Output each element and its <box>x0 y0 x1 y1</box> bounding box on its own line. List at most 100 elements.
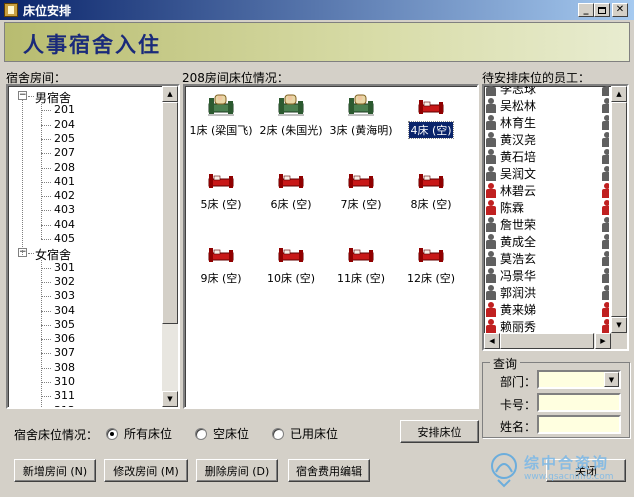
tree-room-item[interactable]: 305 <box>54 318 75 331</box>
bed-item[interactable]: 5床 (空) <box>187 166 255 212</box>
male-person-icon <box>602 115 609 130</box>
tree-room-item[interactable]: 302 <box>54 275 75 288</box>
employee-item[interactable]: 陈霖 <box>486 199 524 215</box>
bed-item[interactable]: 12床 (空) <box>397 240 465 286</box>
dept-dropdown-button[interactable]: ▼ <box>604 372 619 387</box>
bed-item[interactable]: 8床 (空) <box>397 166 465 212</box>
tree-room-item[interactable]: 306 <box>54 332 75 345</box>
employee-item[interactable]: 黄来娣 <box>486 301 536 317</box>
tree-room-item[interactable]: 208 <box>54 161 75 174</box>
employee-item[interactable]: 吴松林 <box>486 97 536 113</box>
tree-room-item[interactable]: 205 <box>54 132 75 145</box>
employee-hscrollbar[interactable]: ◀ ▶ <box>484 333 611 349</box>
employee-item[interactable]: 黄石培 <box>486 148 536 164</box>
dept-select[interactable]: ▼ <box>537 370 621 389</box>
male-person-icon <box>602 268 609 283</box>
male-person-icon <box>486 284 496 300</box>
employee-item[interactable]: 黄成全 <box>486 233 536 249</box>
tree-room-item[interactable]: 308 <box>54 361 75 374</box>
employee-item[interactable]: 林碧云 <box>486 182 536 198</box>
scroll-down-button[interactable]: ▼ <box>611 317 627 333</box>
empty-bed-icon <box>276 240 306 266</box>
tree-connector <box>28 96 34 97</box>
fee-edit-button[interactable]: 宿舍费用编辑 <box>288 459 370 482</box>
room-tree[interactable]: − 男宿舍 201 204 205 207 208 401 402 403 404 405− 女宿舍 30… <box>6 84 180 409</box>
tree-connector <box>41 353 51 355</box>
scroll-left-button[interactable]: ◀ <box>484 333 500 349</box>
employee-name: 林碧云 <box>500 183 537 198</box>
tree-expander[interactable]: − <box>18 91 27 100</box>
tree-room-item[interactable]: 201 <box>54 103 75 116</box>
scroll-up-button[interactable]: ▲ <box>611 86 627 102</box>
bed-item[interactable]: 4床 (空) <box>397 92 465 139</box>
employee-item[interactable]: 李志球 <box>486 86 536 96</box>
bed-item[interactable]: 10床 (空) <box>257 240 325 286</box>
radio-empty-beds[interactable]: 空床位 <box>195 425 249 442</box>
bed-item[interactable]: 3床 (黄海明) <box>327 92 395 138</box>
card-input[interactable] <box>537 393 621 412</box>
card-label: 卡号： <box>500 398 537 412</box>
employee-item[interactable]: 吴润文 <box>486 165 536 181</box>
employee-item[interactable]: 郭润洪 <box>486 284 536 300</box>
maximize-button[interactable] <box>594 3 610 17</box>
employee-list-content: 李志球 吴松林 林育生 黄汉尧 黄石培 吴润文林碧云 陈霖 詹世荣黄成全 莫浩玄 冯景华 郭润洪 黄来… <box>484 86 609 333</box>
close-window-button[interactable]: ✕ <box>612 3 628 17</box>
bed-item[interactable]: 2床 (朱国光) <box>257 92 325 138</box>
tree-room-item[interactable]: 312 <box>54 404 75 407</box>
tree-room-item[interactable]: 301 <box>54 261 75 274</box>
bed-item[interactable]: 6床 (空) <box>257 166 325 212</box>
bed-item[interactable]: 11床 (空) <box>327 240 395 286</box>
scroll-up-button[interactable]: ▲ <box>162 86 178 102</box>
bed-item[interactable]: 9床 (空) <box>187 240 255 286</box>
tree-room-item[interactable]: 402 <box>54 189 75 202</box>
radio-all-beds[interactable]: 所有床位 <box>106 425 172 442</box>
male-person-icon <box>486 114 496 130</box>
tree-room-item[interactable]: 303 <box>54 289 75 302</box>
employee-vscrollbar[interactable]: ▲ ▼ <box>611 86 627 333</box>
arrange-bed-button[interactable]: 安排床位 <box>400 420 479 443</box>
tree-room-item[interactable]: 311 <box>54 389 75 402</box>
tree-room-item[interactable]: 401 <box>54 175 75 188</box>
name-input[interactable] <box>537 415 621 434</box>
female-person-icon <box>602 302 609 317</box>
tree-room-item[interactable]: 405 <box>54 232 75 245</box>
occupied-bed-icon <box>206 92 236 118</box>
employee-item[interactable]: 莫浩玄 <box>486 250 536 266</box>
tree-room-item[interactable]: 310 <box>54 375 75 388</box>
male-person-icon <box>602 285 609 300</box>
bed-item[interactable]: 1床 (梁国飞) <box>187 92 255 138</box>
employee-item[interactable]: 林育生 <box>486 114 536 130</box>
scroll-thumb[interactable] <box>162 102 178 324</box>
employee-list[interactable]: 李志球 吴松林 林育生 黄汉尧 黄石培 吴润文林碧云 陈霖 詹世荣黄成全 莫浩玄 冯景华 郭润洪 黄来… <box>482 84 629 351</box>
radio-used-beds[interactable]: 已用床位 <box>272 425 338 442</box>
tree-room-item[interactable]: 307 <box>54 346 75 359</box>
room-tree-scrollbar[interactable]: ▲ ▼ <box>162 86 178 407</box>
bed-item[interactable]: 7床 (空) <box>327 166 395 212</box>
tree-room-item[interactable]: 403 <box>54 203 75 216</box>
tree-room-item[interactable]: 404 <box>54 218 75 231</box>
tree-room-item[interactable]: 304 <box>54 304 75 317</box>
employee-item[interactable]: 冯景华 <box>486 267 536 283</box>
scroll-right-button[interactable]: ▶ <box>595 333 611 349</box>
employee-name: 黄成全 <box>500 234 537 249</box>
tree-room-item[interactable]: 207 <box>54 146 75 159</box>
bed-label: 5床 (空) <box>200 198 242 211</box>
add-room-button[interactable]: 新增房间 (N) <box>14 459 96 482</box>
tree-connector <box>41 102 42 240</box>
female-person-icon <box>602 319 609 333</box>
tree-connector <box>41 296 51 298</box>
delete-room-button[interactable]: 删除房间 (D) <box>196 459 278 482</box>
tree-room-item[interactable]: 204 <box>54 118 75 131</box>
beds-panel[interactable]: 1床 (梁国飞) 2床 (朱国光) 3床 (黄海明) 4床 (空) 5床 (空) 6床 (… <box>183 84 479 409</box>
scroll-down-button[interactable]: ▼ <box>162 391 178 407</box>
employee-item[interactable]: 黄汉尧 <box>486 131 536 147</box>
scroll-thumb[interactable] <box>611 102 627 317</box>
employee-item[interactable]: 赖丽秀 <box>486 318 536 333</box>
edit-room-button[interactable]: 修改房间 (M) <box>104 459 188 482</box>
hscroll-thumb[interactable] <box>500 333 594 349</box>
minimize-button[interactable]: _ <box>578 3 594 17</box>
employee-item[interactable]: 詹世荣 <box>486 216 536 232</box>
tree-connector <box>41 138 51 140</box>
male-person-icon <box>602 217 609 232</box>
room-tree-content: − 男宿舍 201 204 205 207 208 401 402 403 404 405− 女宿舍 30… <box>8 86 160 407</box>
